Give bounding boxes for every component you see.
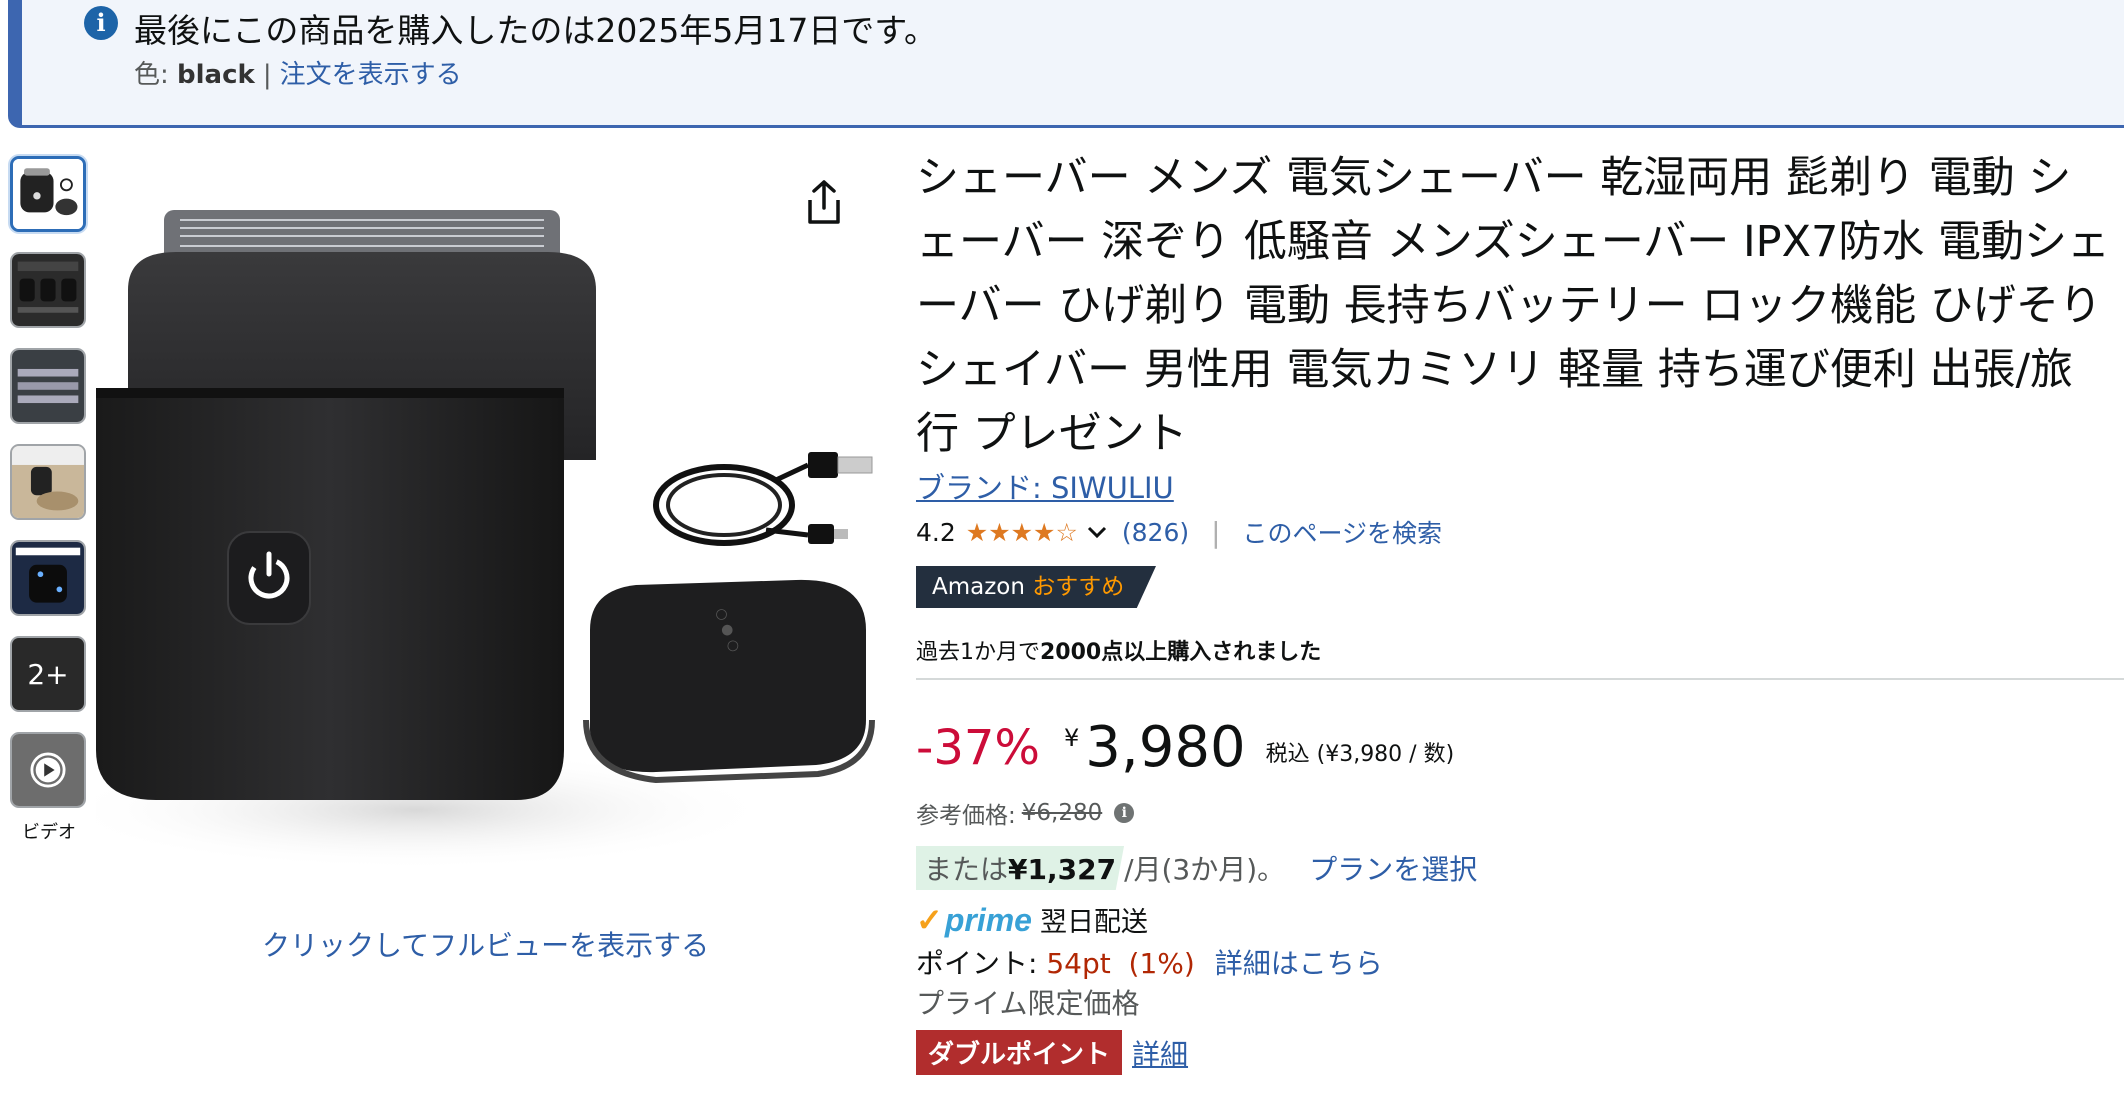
- prime-limited-price: プライム限定価格: [916, 987, 1140, 1020]
- separator: |: [262, 60, 272, 90]
- installment-prefix: または: [924, 853, 1009, 886]
- info-icon[interactable]: i: [1114, 803, 1135, 823]
- divider: [916, 678, 2124, 680]
- thumbnail-1[interactable]: [10, 156, 86, 232]
- thumbnail-4[interactable]: [10, 444, 86, 520]
- prime-row: ✓prime 翌日配送: [916, 900, 1148, 939]
- price: 3,980: [1085, 715, 1246, 780]
- list-price-label: 参考価格:: [916, 803, 1016, 829]
- feature-thumbnail-image: [12, 254, 84, 326]
- points-details-link[interactable]: 詳細はこちら: [1215, 947, 1383, 980]
- star-full-icon: ★: [988, 517, 1011, 547]
- tax-note: 税込 (¥3,980 / 数): [1265, 742, 1455, 767]
- installment-suffix: /月(3か月)。: [1124, 853, 1286, 886]
- bought-count: 過去1か月で2000点以上購入されました: [916, 634, 1321, 666]
- chevron-down-icon[interactable]: [1086, 524, 1108, 540]
- list-price-row: 参考価格: ¥6,280 i: [916, 796, 1135, 830]
- full-view-link[interactable]: クリックしてフルビューを表示する: [262, 924, 709, 964]
- blade-thumbnail-image: [12, 350, 84, 422]
- thumbnail-5[interactable]: [10, 540, 86, 616]
- star-full-icon: ★: [1010, 517, 1034, 547]
- points-value: 54pt (1%): [1046, 947, 1195, 980]
- points-label: ポイント:: [916, 947, 1047, 980]
- thumbnail-2[interactable]: [10, 252, 86, 328]
- star-full-icon: ★: [965, 517, 989, 547]
- double-points-details-link[interactable]: 詳細: [1132, 1033, 1188, 1073]
- amazon-recommend-badge: Amazon おすすめ: [916, 566, 1156, 608]
- main-product-image[interactable]: ○ ● ○: [96, 160, 886, 880]
- share-icon[interactable]: [802, 178, 846, 228]
- waterproof-thumbnail-image: [12, 542, 84, 614]
- product-title: シェーバー メンズ 電気シェーバー 乾湿両用 髭剃り 電動 シェーバー 深ぞり …: [916, 153, 2111, 459]
- rating-number: 4.2: [916, 517, 956, 547]
- play-icon: [12, 734, 84, 806]
- delivery-text: 翌日配送: [1039, 907, 1148, 938]
- price-row: -37% ¥ 3,980 税込 (¥3,980 / 数): [916, 712, 1454, 784]
- prime-logo: ✓prime: [916, 901, 1032, 939]
- thumbnail-video[interactable]: [10, 732, 86, 808]
- info-icon: i: [84, 6, 118, 40]
- star-empty-icon: ☆: [1055, 517, 1078, 547]
- purchase-notice-banner: i 最後にこの商品を購入したのは2025年5月17日です。 色: black | 注…: [8, 0, 2124, 128]
- shaver-thumbnail-image: [13, 159, 83, 229]
- badge-recommend-text: おすすめ: [1032, 574, 1125, 600]
- video-label: ビデオ: [22, 822, 76, 843]
- purchase-details: 色: black | 注文を表示する: [134, 54, 462, 91]
- currency-symbol: ¥: [1064, 724, 1080, 752]
- discount-percent: -37%: [916, 720, 1041, 776]
- badge-amazon-text: Amazon: [932, 574, 1025, 600]
- thumbnail-strip: 2+ ビデオ: [10, 156, 88, 844]
- thumbnail-3[interactable]: [10, 348, 86, 424]
- view-order-link[interactable]: 注文を表示する: [280, 60, 462, 90]
- installment-pill: または¥1,327: [916, 846, 1125, 890]
- search-page-link[interactable]: このページを検索: [1243, 514, 1443, 550]
- star-full-icon: ★: [1033, 517, 1056, 547]
- prime-label: prime: [944, 901, 1032, 938]
- installment-row: または¥1,327 /月(3か月)。 プランを選択: [916, 846, 1477, 890]
- color-label: 色:: [134, 60, 178, 90]
- select-plan-link[interactable]: プランを選択: [1309, 848, 1477, 888]
- review-count-link[interactable]: (826): [1122, 518, 1189, 547]
- double-points-badge: ダブルポイント: [916, 1030, 1123, 1075]
- installment-amount: ¥1,327: [1008, 853, 1117, 886]
- star-rating[interactable]: ★ ★ ★ ★ ☆: [966, 520, 1078, 545]
- rating-row: 4.2 ★ ★ ★ ★ ☆ (826) | このページを検索: [916, 514, 1442, 550]
- list-price: ¥6,280: [1021, 800, 1103, 826]
- last-purchase-message: 最後にこの商品を購入したのは2025年5月17日です。: [134, 11, 938, 50]
- double-points-row: ダブルポイント 詳細: [916, 1030, 1188, 1075]
- bought-bold: 2000点以上購入されました: [1040, 640, 1322, 665]
- points-row: ポイント: 54pt (1%) 詳細はこちら: [916, 942, 1383, 982]
- usage-thumbnail-image: [12, 446, 84, 518]
- bought-prefix: 過去1か月で: [916, 640, 1040, 665]
- check-icon: ✓: [916, 901, 943, 938]
- brand-link[interactable]: ブランド: SIWULIU: [916, 465, 1174, 507]
- rating-separator: |: [1211, 515, 1221, 549]
- color-value: black: [177, 60, 255, 90]
- thumbnail-more[interactable]: 2+: [10, 636, 86, 712]
- more-count: 2+: [12, 638, 84, 710]
